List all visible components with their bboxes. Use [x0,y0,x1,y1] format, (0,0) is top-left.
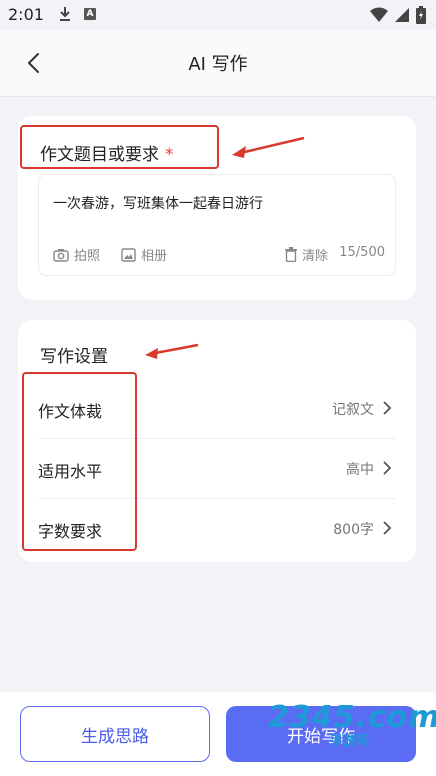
status-icons [370,6,426,24]
topic-input-value[interactable]: 一次春游，写班集体一起春日游行 [53,193,263,213]
topic-card: 作文题目或要求 * 一次春游，写班集体一起春日游行 拍照 相册 清除 15/50… [18,116,416,300]
settings-card: 写作设置 作文体裁 记叙文 适用水平 高中 字数要求 800字 [18,320,416,562]
clear-button[interactable]: 清除 [285,245,328,264]
bottom-action-bar: 生成思路 开始写作 [0,692,436,776]
camera-label: 拍照 [74,249,101,264]
album-button[interactable]: 相册 [121,245,167,264]
clear-label: 清除 [302,249,329,264]
topic-label: 作文题目或要求 * [40,140,174,165]
signal-icon [395,8,409,22]
setting-row-label: 适用水平 [38,462,103,481]
start-writing-button[interactable]: 开始写作 [226,706,416,762]
setting-row-value: 800字 [333,522,374,538]
status-time: 2:01 [8,5,44,24]
setting-row-level[interactable]: 适用水平 高中 [38,438,396,499]
camera-button[interactable]: 拍照 [53,245,100,264]
setting-row-wordcount[interactable]: 字数要求 800字 [38,498,396,558]
wifi-icon [370,7,388,22]
chevron-right-icon [383,401,392,415]
setting-row-value: 记叙文 [332,402,374,418]
camera-icon [53,248,69,262]
album-label: 相册 [141,249,168,264]
image-icon [121,247,136,262]
setting-row-value: 高中 [346,462,374,478]
setting-row-label: 字数要求 [38,522,103,541]
char-counter: 15/500 [339,245,385,260]
status-bar: 2:01 A [0,0,436,30]
page-title: AI 写作 [188,54,248,75]
trash-icon [285,247,297,262]
input-toolbar: 拍照 相册 清除 15/500 [53,245,385,265]
setting-row-genre[interactable]: 作文体裁 记叙文 [38,378,396,439]
notification-a-icon: A [84,8,96,20]
chevron-right-icon [383,521,392,535]
topic-label-text: 作文题目或要求 [40,145,159,165]
topic-input-box[interactable]: 一次春游，写班集体一起春日游行 拍照 相册 清除 15/500 [38,174,396,276]
download-icon [60,7,70,21]
settings-title: 写作设置 [40,347,108,367]
generate-outline-button[interactable]: 生成思路 [20,706,210,762]
setting-row-label: 作文体裁 [38,402,103,421]
required-mark: * [165,145,174,165]
nav-header: AI 写作 [0,30,436,97]
battery-icon [416,6,426,24]
chevron-right-icon [383,461,392,475]
